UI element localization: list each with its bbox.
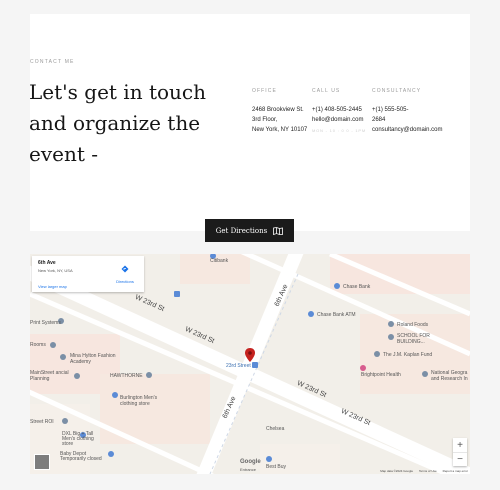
get-directions-label: Get Directions (215, 226, 268, 235)
school-icon[interactable] (60, 354, 66, 360)
google-logo: Google (240, 459, 261, 465)
consultancy-heading: CONSULTANCY (372, 88, 422, 94)
poi-label: Rooms (30, 342, 46, 348)
poi-label: The J.M. Kaplan Fund (383, 352, 433, 358)
subway-station-icon[interactable] (252, 362, 258, 368)
directions-icon (121, 265, 129, 273)
office-line: 2468 Brookview St. (252, 107, 304, 113)
consultancy-phone[interactable]: +(1) 555-505- (372, 105, 436, 115)
shopping-icon[interactable] (112, 392, 118, 398)
zoom-out-button[interactable]: − (453, 452, 467, 466)
call-heading: CALL US (312, 88, 341, 94)
bank-icon[interactable] (308, 311, 314, 317)
poi-icon[interactable] (374, 351, 380, 357)
poi-label: Chase Bank (343, 284, 371, 290)
poi-label: Chase Bank ATM (317, 312, 356, 318)
consultancy-phone-cont: 2684 (372, 117, 386, 123)
poi-label: Chelsea (266, 426, 285, 432)
shopping-icon[interactable] (266, 456, 272, 462)
poi-label: DXL Big + Tall Men's clothing store (62, 431, 94, 447)
zoom-in-button[interactable]: + (453, 438, 467, 452)
poi-icon[interactable] (62, 418, 68, 424)
poi-label: HAWTHORNE (110, 373, 143, 379)
poi-label: Baby Depot Temporarily closed (60, 451, 102, 462)
office-hours: MON - 10 : 0 0 - 1PM (312, 128, 367, 133)
contact-headline: Let's get in touch and organize the even… (29, 80, 206, 166)
transit-icon[interactable] (174, 291, 180, 297)
call-column: CALL US +(1) 408-505-2445 hello@domain.c… (312, 88, 376, 135)
poi-icon[interactable] (50, 342, 56, 348)
map-attribution: Map data ©2024 Google Terms of Use Repor… (380, 469, 468, 473)
location-marker-icon[interactable] (245, 348, 255, 362)
directions-label: Directions (116, 279, 134, 284)
get-directions-button[interactable]: Get Directions (205, 219, 294, 242)
station-label: 23rd Street (226, 363, 251, 369)
poi-icon[interactable] (74, 373, 80, 379)
consultancy-email[interactable]: consultancy@domain.com (372, 125, 442, 135)
health-icon[interactable] (360, 365, 366, 371)
office-heading: OFFICE (252, 88, 277, 94)
store-icon[interactable] (388, 321, 394, 327)
poi-label: Citibank (210, 258, 229, 264)
email-link[interactable]: hello@domain.com (312, 115, 376, 125)
directions-button[interactable]: Directions (112, 260, 138, 284)
terms-link[interactable]: Terms of Use (419, 469, 437, 473)
poi-label: Mina Hylton Fashion Academy (70, 353, 116, 365)
school-icon[interactable] (388, 334, 394, 340)
poi-icon[interactable] (146, 372, 152, 378)
poi-icon[interactable] (422, 371, 428, 377)
office-line: New York, NY 10107 (252, 127, 308, 133)
poi-label: Print Systems (30, 320, 61, 326)
poi-label: Burlington Men's clothing store (120, 395, 158, 407)
poi-label: MainStreet ancial Planning (30, 370, 69, 382)
street-view-thumbnail[interactable] (34, 454, 50, 470)
map-book-icon (273, 226, 284, 235)
shopping-icon[interactable] (108, 451, 114, 457)
map-data-text: Map data ©2024 Google (380, 469, 413, 473)
view-larger-map-link[interactable]: View larger map (38, 284, 67, 289)
bank-icon[interactable] (334, 283, 340, 289)
contact-eyebrow: CONTACT ME (30, 59, 75, 65)
poi-label: Street ROI (30, 419, 54, 425)
consultancy-column: CONSULTANCY +(1) 555-505- 2684 consultan… (372, 88, 442, 135)
entrance-label: Entrance (240, 467, 257, 472)
phone-link[interactable]: +(1) 408-505-2445 (312, 105, 376, 115)
place-info-card: 6th Ave New York, NY, USA View larger ma… (32, 256, 144, 292)
poi-label: SCHOOL FOR BUILDING... (397, 333, 430, 345)
poi-label: Best Buy (266, 464, 287, 470)
office-column: OFFICE 2468 Brookview St. 3rd Floor, New… (252, 88, 316, 135)
poi-label: Brightpoint Health (361, 372, 401, 378)
zoom-control: + − (453, 438, 467, 466)
google-map[interactable]: 6th Ave New York, NY, USA View larger ma… (30, 254, 470, 474)
report-error-link[interactable]: Report a map error (443, 469, 468, 473)
poi-label: Roland Foods (397, 322, 429, 328)
poi-label: National Geogra and Research In (431, 370, 468, 382)
office-line: 3rd Floor, (252, 117, 278, 123)
